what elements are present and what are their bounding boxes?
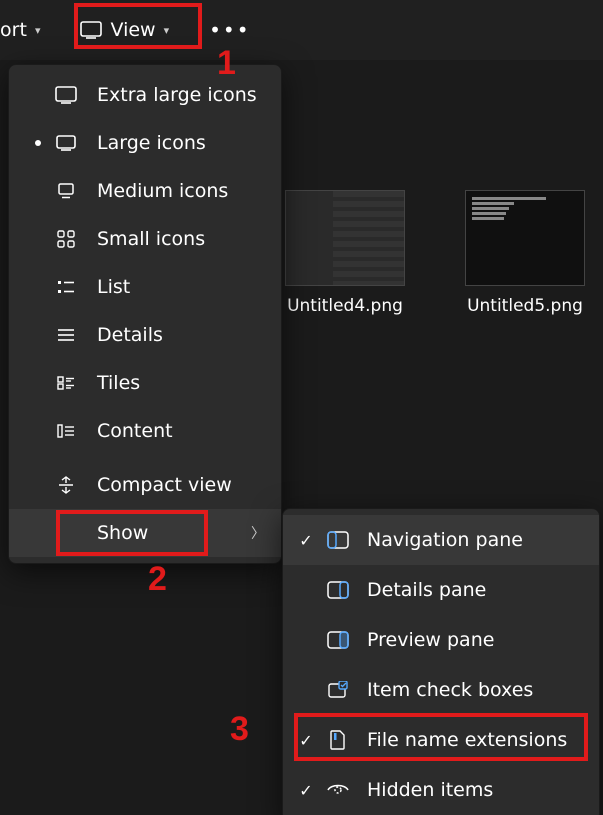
toolbar: Sort ▾ View ▾ ••• (0, 0, 603, 60)
menu-item-label: Compact view (97, 474, 232, 496)
chevron-right-icon: 〉 (251, 523, 265, 543)
extra-large-icons-icon (53, 86, 79, 104)
submenu-item-label: Navigation pane (367, 529, 523, 551)
item-check-boxes-icon (323, 681, 353, 699)
menu-item-show[interactable]: Show 〉 (9, 509, 281, 557)
details-pane-icon (323, 581, 353, 599)
menu-item-large-icons[interactable]: Large icons (9, 119, 281, 167)
menu-item-tiles[interactable]: Tiles (9, 359, 281, 407)
menu-item-label: Small icons (97, 228, 205, 250)
menu-item-extra-large-icons[interactable]: Extra large icons (9, 71, 281, 119)
chevron-down-icon: ▾ (164, 24, 170, 37)
menu-item-label: Medium icons (97, 180, 228, 202)
compact-view-icon (53, 476, 79, 494)
submenu-item-label: Hidden items (367, 779, 493, 801)
check-icon: ✓ (295, 531, 317, 550)
annotation-label-3: 3 (230, 710, 249, 749)
content-icon (53, 424, 79, 438)
preview-pane-icon (323, 631, 353, 649)
file-thumbnail (465, 190, 585, 286)
view-menu: Extra large icons Large icons Medium icons… (8, 64, 282, 564)
menu-item-label: Large icons (97, 132, 206, 154)
menu-item-label: Extra large icons (97, 84, 257, 106)
menu-item-label: Details (97, 324, 163, 346)
show-submenu: ✓ Navigation pane Details pane Preview pane… (282, 508, 600, 815)
annotation-label-2: 2 (148, 560, 167, 599)
check-icon: ✓ (295, 781, 317, 800)
menu-item-label: List (97, 276, 130, 298)
submenu-item-item-check-boxes[interactable]: Item check boxes (283, 665, 599, 715)
check-icon: ✓ (295, 731, 317, 750)
submenu-item-navigation-pane[interactable]: ✓ Navigation pane (283, 515, 599, 565)
navigation-pane-icon (323, 531, 353, 549)
details-icon (53, 328, 79, 342)
submenu-item-file-extensions[interactable]: ✓ File name extensions (283, 715, 599, 765)
chevron-down-icon: ▾ (35, 24, 41, 37)
small-icons-icon (53, 230, 79, 248)
view-label: View (110, 19, 155, 41)
submenu-item-label: Details pane (367, 579, 486, 601)
hidden-items-icon (323, 783, 353, 797)
menu-item-details[interactable]: Details (9, 311, 281, 359)
menu-item-content[interactable]: Content (9, 407, 281, 455)
file-item[interactable]: Untitled5.png (460, 190, 590, 316)
menu-item-label: Content (97, 420, 173, 442)
file-grid: Untitled4.png Untitled5.png (280, 190, 590, 316)
submenu-item-details-pane[interactable]: Details pane (283, 565, 599, 615)
more-button[interactable]: ••• (199, 18, 260, 42)
menu-item-medium-icons[interactable]: Medium icons (9, 167, 281, 215)
menu-item-list[interactable]: List (9, 263, 281, 311)
tiles-icon (53, 376, 79, 390)
sort-label: Sort (0, 19, 27, 41)
submenu-item-hidden-items[interactable]: ✓ Hidden items (283, 765, 599, 815)
file-extensions-icon (323, 730, 353, 750)
submenu-item-label: File name extensions (367, 729, 567, 751)
menu-item-label: Tiles (97, 372, 140, 394)
submenu-item-label: Preview pane (367, 629, 494, 651)
file-name: Untitled4.png (287, 296, 403, 316)
file-name: Untitled5.png (467, 296, 583, 316)
medium-icons-icon (53, 183, 79, 199)
file-item[interactable]: Untitled4.png (280, 190, 410, 316)
view-button[interactable]: View ▾ (70, 13, 179, 47)
sort-button[interactable]: Sort ▾ (0, 13, 50, 47)
file-thumbnail (285, 190, 405, 286)
submenu-item-preview-pane[interactable]: Preview pane (283, 615, 599, 665)
submenu-item-label: Item check boxes (367, 679, 533, 701)
list-icon (53, 279, 79, 295)
menu-item-label: Show (97, 522, 148, 544)
menu-item-compact-view[interactable]: Compact view (9, 461, 281, 509)
menu-item-small-icons[interactable]: Small icons (9, 215, 281, 263)
selected-indicator (35, 140, 41, 146)
large-icons-icon (53, 135, 79, 151)
view-icon (80, 21, 102, 39)
